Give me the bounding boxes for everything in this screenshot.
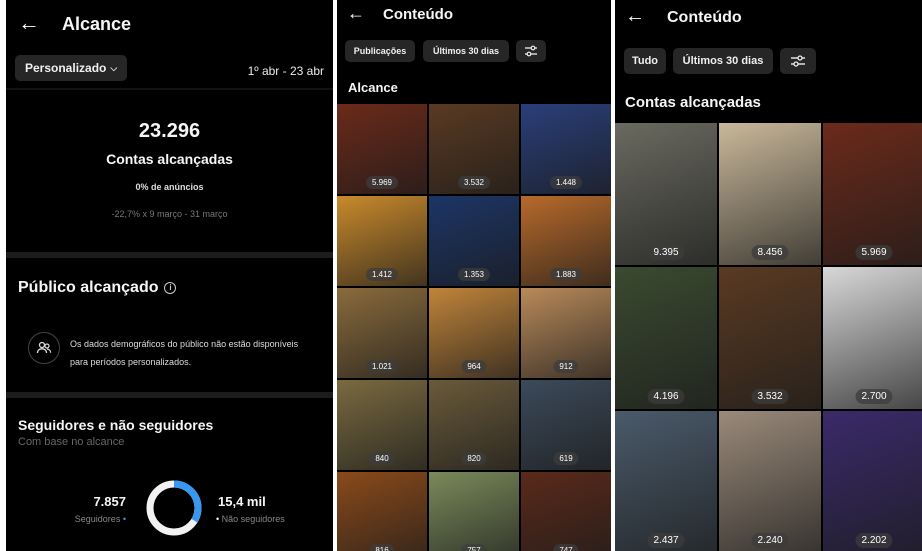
- reach-count-badge: 757: [461, 544, 487, 551]
- info-icon[interactable]: i: [164, 281, 177, 294]
- reach-count-badge: 4.196: [647, 389, 685, 404]
- comparison-text: -22,7% x 9 março - 31 março: [111, 209, 228, 219]
- content-grid: 5.969 3.532 1.448 1.412 1.353 1.883 1.021 964 91…: [337, 104, 611, 551]
- reach-count-badge: 1.448: [549, 176, 583, 189]
- non-followers-dot: •: [216, 514, 220, 524]
- reach-count-badge: 747: [553, 544, 579, 551]
- audience-section-title: Público alcançado i: [18, 279, 177, 297]
- content-tile[interactable]: 840: [337, 380, 427, 470]
- accounts-reached-label: Contas alcançadas: [106, 151, 233, 167]
- reach-count-badge: 8.456: [751, 245, 789, 260]
- content-tile[interactable]: 1.353: [429, 196, 519, 286]
- content-tile[interactable]: 912: [521, 288, 611, 378]
- content-tile[interactable]: 3.532: [429, 104, 519, 194]
- reach-header: ← Alcance: [6, 0, 333, 52]
- audience-message: Os dados demográficos do público não est…: [70, 339, 299, 367]
- reach-count-badge: 1.021: [365, 360, 399, 373]
- sliders-icon[interactable]: [516, 40, 546, 62]
- page-title: Conteúdo: [667, 9, 742, 26]
- sliders-icon[interactable]: [780, 48, 816, 74]
- reach-count-badge: 3.532: [457, 176, 491, 189]
- content-tile[interactable]: 4.196: [615, 267, 717, 409]
- page-title: Conteúdo: [383, 6, 453, 23]
- arrow-left-icon[interactable]: ←: [347, 4, 365, 22]
- non-followers-legend: • Não seguidores: [216, 514, 285, 524]
- reach-summary: 23.296 Contas alcançadas 0% de anúncios …: [6, 92, 333, 252]
- reach-count-badge: 2.240: [751, 533, 789, 548]
- content-grid: 9.395 8.456 5.969 4.196 3.532 2.700 2.437 2.240…: [615, 123, 922, 551]
- reach-panel: ← Alcance Personalizado ⌵ 1º abr - 23 ab…: [6, 0, 333, 551]
- content-tile[interactable]: 1.412: [337, 196, 427, 286]
- followers-section-title: Seguidores e não seguidores: [18, 417, 214, 433]
- non-followers-value: 15,4 mil: [218, 494, 266, 509]
- content-tile[interactable]: 5.969: [337, 104, 427, 194]
- reach-count-badge: 9.395: [647, 245, 685, 260]
- content-tile[interactable]: 5.969: [823, 123, 922, 265]
- divider: [6, 252, 333, 258]
- content-tile[interactable]: 1.021: [337, 288, 427, 378]
- reach-count-badge: 2.202: [855, 533, 893, 548]
- followers-legend: Seguidores •: [46, 514, 126, 524]
- content-tile[interactable]: 757: [429, 472, 519, 551]
- filter-type-chip[interactable]: Tudo: [624, 48, 666, 74]
- filter-type-chip[interactable]: Publicações: [345, 40, 415, 62]
- content-tile[interactable]: 816: [337, 472, 427, 551]
- reach-count-badge: 1.883: [549, 268, 583, 281]
- people-icon: [28, 332, 60, 364]
- reach-count-badge: 840: [369, 452, 395, 465]
- reach-count-badge: 2.700: [855, 389, 893, 404]
- content-tile[interactable]: 820: [429, 380, 519, 470]
- content-panel-all: ← Conteúdo Tudo Últimos 30 dias Contas a…: [615, 0, 922, 551]
- chevron-down-icon: ⌵: [110, 62, 118, 73]
- ads-share: 0% de anúncios: [135, 182, 204, 192]
- content-tile[interactable]: 3.532: [719, 267, 821, 409]
- reach-count-badge: 816: [369, 544, 395, 551]
- non-followers-label: Não seguidores: [221, 514, 285, 524]
- followers-dot: •: [122, 514, 126, 524]
- divider: [6, 392, 333, 398]
- content-tile[interactable]: 2.202: [823, 411, 922, 551]
- content-tile[interactable]: 747: [521, 472, 611, 551]
- reach-count-badge: 619: [553, 452, 579, 465]
- filter-period-chip[interactable]: Últimos 30 dias: [673, 48, 773, 74]
- arrow-left-icon[interactable]: ←: [18, 12, 40, 34]
- date-range-dropdown-label: Personalizado: [25, 61, 107, 75]
- reach-count-badge: 964: [461, 360, 487, 373]
- content-panel-posts: ← Conteúdo Publicações Últimos 30 dias A…: [337, 0, 611, 551]
- reach-count-badge: 1.412: [365, 268, 399, 281]
- arrow-left-icon[interactable]: ←: [625, 6, 645, 26]
- followers-label: Seguidores: [74, 514, 121, 524]
- date-range-text: 1º abr - 23 abr: [247, 64, 324, 78]
- reach-count-badge: 3.532: [751, 389, 789, 404]
- content-tile[interactable]: 9.395: [615, 123, 717, 265]
- accounts-reached-value: 23.296: [138, 120, 201, 142]
- reach-count-badge: 820: [461, 452, 487, 465]
- audience-title-text: Público alcançado: [18, 279, 159, 296]
- reach-count-badge: 5.969: [365, 176, 399, 189]
- reach-count-badge: 912: [553, 360, 579, 373]
- content-tile[interactable]: 964: [429, 288, 519, 378]
- content-tile[interactable]: 2.700: [823, 267, 922, 409]
- followers-donut-chart: [146, 480, 202, 536]
- content-tile[interactable]: 8.456: [719, 123, 821, 265]
- reach-count-badge: 2.437: [647, 533, 685, 548]
- content-tile[interactable]: 1.883: [521, 196, 611, 286]
- followers-subtitle: Com base no alcance: [18, 436, 125, 448]
- content-tile[interactable]: 2.240: [719, 411, 821, 551]
- content-tile[interactable]: 619: [521, 380, 611, 470]
- section-title: Contas alcançadas: [625, 94, 761, 111]
- section-title: Alcance: [348, 80, 398, 95]
- page-title: Alcance: [62, 14, 132, 34]
- reach-count-badge: 1.353: [457, 268, 491, 281]
- divider: [6, 88, 333, 90]
- content-tile[interactable]: 1.448: [521, 104, 611, 194]
- date-range-dropdown[interactable]: Personalizado ⌵: [15, 55, 128, 81]
- filter-period-chip[interactable]: Últimos 30 dias: [423, 40, 509, 62]
- followers-value: 7.857: [93, 494, 126, 509]
- reach-count-badge: 5.969: [855, 245, 893, 260]
- content-tile[interactable]: 2.437: [615, 411, 717, 551]
